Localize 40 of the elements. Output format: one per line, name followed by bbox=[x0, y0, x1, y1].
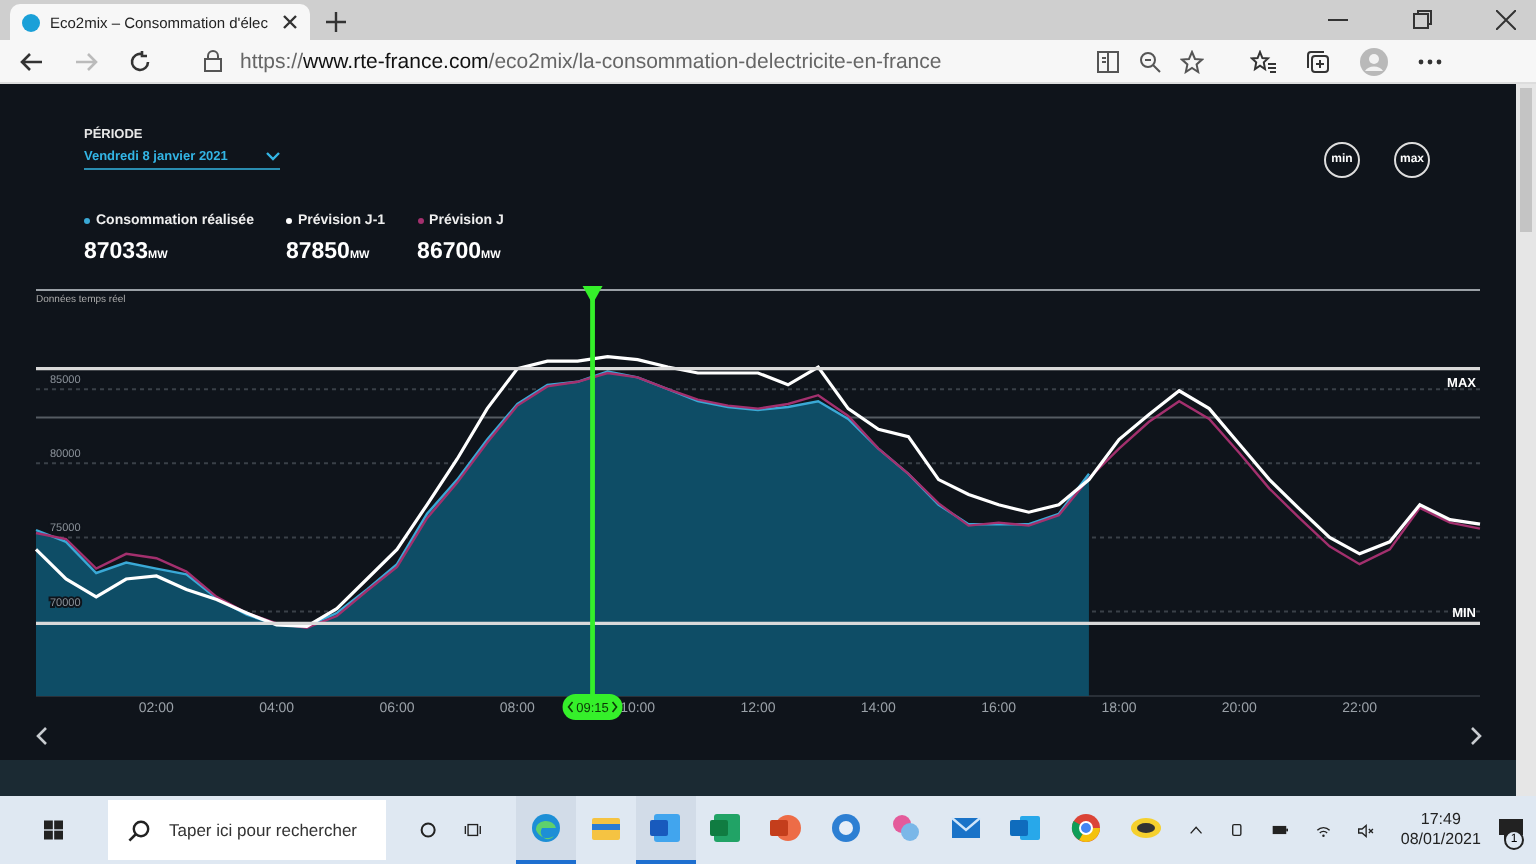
taskbar-button[interactable] bbox=[635, 796, 696, 864]
search-field[interactable]: Taper ici pour rechercher bbox=[107, 800, 386, 860]
app-icon bbox=[1129, 812, 1162, 844]
cortana-icon[interactable] bbox=[419, 818, 436, 842]
reader-icon[interactable] bbox=[1096, 49, 1120, 73]
close-icon[interactable] bbox=[1496, 10, 1516, 30]
previous-icon[interactable] bbox=[36, 727, 47, 745]
close-icon[interactable] bbox=[282, 14, 298, 30]
scrollbar[interactable] bbox=[1516, 84, 1536, 796]
star-icon[interactable] bbox=[1180, 49, 1204, 73]
app-icon bbox=[829, 812, 862, 844]
legend-value: 86700 bbox=[417, 240, 482, 264]
more-icon[interactable] bbox=[1418, 57, 1442, 65]
search-icon bbox=[127, 819, 149, 841]
wifi-icon[interactable] bbox=[1315, 821, 1331, 839]
legend-value: 87850 bbox=[285, 240, 350, 264]
chevron-down-icon bbox=[266, 152, 280, 162]
chevron-up-icon[interactable] bbox=[1189, 824, 1202, 836]
favorites-icon[interactable] bbox=[1250, 49, 1276, 73]
browser-icon bbox=[1069, 812, 1102, 844]
browser-icon bbox=[529, 812, 562, 844]
next-icon[interactable] bbox=[1471, 727, 1482, 745]
device-icon[interactable] bbox=[1229, 820, 1244, 840]
start-icon[interactable] bbox=[44, 816, 63, 844]
time-cursor[interactable] bbox=[582, 286, 603, 694]
site-icon bbox=[22, 13, 40, 31]
battery-icon[interactable] bbox=[1271, 822, 1288, 838]
clock-time: 17:49 bbox=[1420, 809, 1461, 830]
task-view-icon[interactable] bbox=[463, 818, 482, 842]
new-tab-icon[interactable] bbox=[326, 12, 346, 32]
zoom-icon[interactable] bbox=[1138, 49, 1162, 73]
legend-value: 87033 bbox=[84, 240, 148, 264]
back-icon[interactable] bbox=[20, 49, 44, 73]
refresh-icon[interactable] bbox=[128, 49, 152, 73]
maximize-icon[interactable] bbox=[1412, 10, 1432, 30]
muted-speaker-icon[interactable] bbox=[1358, 821, 1375, 839]
clock-date: 08/01/2021 bbox=[1400, 830, 1481, 851]
collections-icon[interactable] bbox=[1306, 49, 1330, 73]
lock-icon bbox=[204, 50, 222, 72]
folder-icon bbox=[589, 812, 622, 844]
